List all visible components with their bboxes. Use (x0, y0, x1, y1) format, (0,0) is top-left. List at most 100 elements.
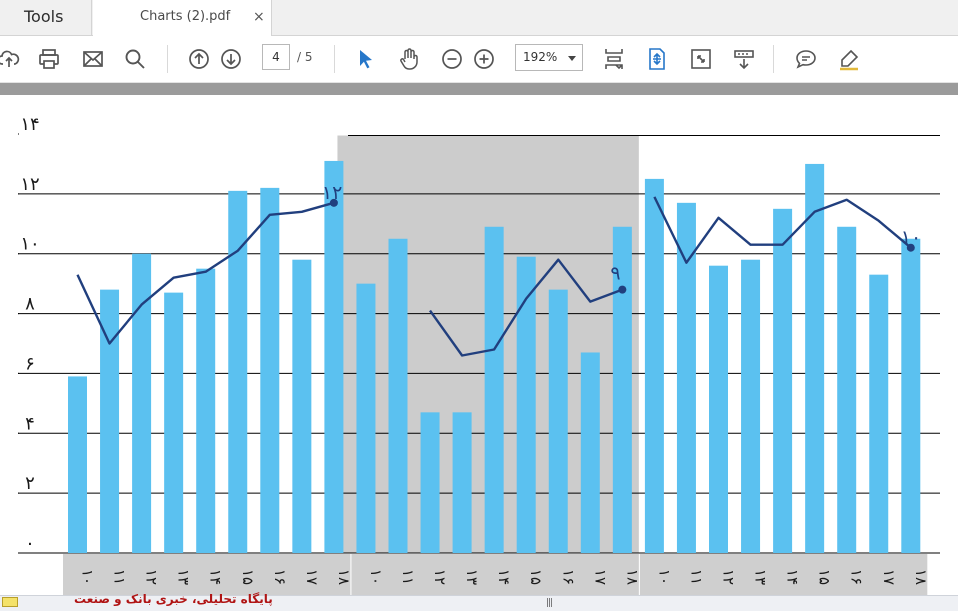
x-tick-label: ۱۲ (143, 569, 161, 585)
full-screen-icon (691, 49, 711, 69)
toolbar-separator (773, 45, 774, 73)
x-tick-label: ۱۰ (367, 569, 385, 585)
y-tick-label: ۱۴ (20, 114, 39, 135)
series-end-label: ۱۰ (901, 227, 921, 249)
chart-bar (644, 178, 664, 553)
x-tick-label: ۱۱ (687, 569, 705, 585)
chart-bar (420, 412, 440, 553)
scroll-mode-icon (649, 48, 665, 70)
y-tick-label: ۲ (25, 473, 35, 494)
chart-bar (516, 256, 536, 553)
x-tick-label: ۱۳ (463, 569, 481, 585)
y-tick-label: ۴ (25, 413, 35, 434)
zoom-out-button[interactable] (437, 44, 467, 74)
horizontal-scroll-grip[interactable]: ||| (546, 598, 553, 608)
page-number-input[interactable]: 4 (262, 44, 290, 70)
fit-page-icon (605, 49, 623, 70)
zoom-select[interactable]: 192% (515, 44, 583, 71)
x-tick-label: ۱۶ (848, 569, 866, 585)
x-tick-label: ۱۶ (271, 569, 289, 585)
y-tick-label: ۸ (25, 294, 35, 315)
series-end-marker (618, 285, 627, 294)
chart-bar (196, 268, 216, 553)
chart-bar (901, 238, 921, 553)
x-tick-label: ۱۰ (79, 569, 97, 585)
highlight-pen-icon (840, 49, 859, 71)
y-tick-label: ۱۰ (20, 234, 39, 255)
x-tick-label: ۱۴ (207, 569, 225, 585)
x-tick-label: ۱۷ (591, 569, 609, 585)
full-screen-button[interactable] (686, 44, 716, 74)
chart-bar (741, 259, 761, 553)
document-title: Charts (2).pdf (140, 9, 231, 24)
chart-canvas: ۰ ۲ ۴ ۶ ۸ ۱۰ ۱۲ ۱۴ ۱۰ ۱۱ ۱۲ ۱۳ ۱۴ ۱۵ ۱۶ ۱۷ ۱۸ ۱۰ ۱۱ ۱۲ ۱۳ ۱۴… (18, 114, 940, 595)
x-tick-label: ۱۵ (816, 569, 834, 585)
x-tick-label: ۱۲ (431, 569, 449, 585)
hand-tool-button[interactable] (394, 44, 424, 74)
read-mode-icon (734, 50, 754, 70)
x-tick-label: ۱۳ (752, 569, 770, 585)
chart-bar (68, 376, 87, 553)
y-tick-label: ۰ (25, 533, 35, 554)
tab-tools[interactable]: Tools (0, 0, 92, 35)
chart-bar (709, 265, 728, 553)
chart-bar (324, 160, 344, 553)
search-button[interactable] (120, 44, 150, 74)
comment-button[interactable] (791, 44, 821, 74)
email-button[interactable] (78, 44, 108, 74)
highlight-button[interactable] (834, 44, 864, 74)
search-icon (125, 49, 145, 69)
tab-document[interactable]: Charts (2).pdf × (93, 0, 272, 36)
watermark-text: پایگاه تحلیلی، خبری بانک و صنعت (74, 592, 273, 606)
zoom-in-icon (474, 49, 494, 69)
upload-button[interactable] (0, 44, 24, 74)
flag-icon (2, 597, 18, 607)
x-tick-label: ۱۱ (399, 569, 417, 585)
chart-bar (837, 226, 857, 553)
document-top-strip (0, 83, 958, 95)
chart-bar (260, 187, 280, 553)
zoom-in-button[interactable] (469, 44, 499, 74)
scroll-mode-button[interactable] (642, 44, 672, 74)
upload-icon (0, 50, 20, 67)
print-icon (39, 49, 59, 69)
chart-bar (356, 283, 376, 553)
series-end-label: ۹ (610, 263, 620, 285)
comment-icon (796, 50, 816, 69)
x-tick-label: ۱۴ (495, 569, 513, 585)
close-tab-button[interactable]: × (253, 0, 265, 34)
x-tick-label: ۱۵ (239, 569, 257, 585)
chevron-down-icon (568, 56, 576, 61)
next-page-button[interactable] (216, 44, 246, 74)
chart-bar (484, 226, 504, 553)
chart-bar (164, 292, 184, 553)
x-tick-label: ۱۷ (303, 569, 321, 585)
zoom-out-icon (442, 49, 462, 69)
chart-bar (805, 163, 825, 553)
hand-tool-icon (400, 48, 418, 70)
fit-page-button[interactable] (599, 44, 629, 74)
previous-page-button[interactable] (184, 44, 214, 74)
page-up-icon (189, 49, 209, 69)
bottom-bar: پایگاه تحلیلی، خبری بانک و صنعت ||| (0, 592, 958, 611)
series-end-label: ۱۲ (322, 182, 342, 204)
chart-bar (292, 259, 312, 553)
toolbar-separator (334, 45, 335, 73)
x-tick-label: ۱۴ (784, 569, 802, 585)
toolbar-separator (167, 45, 168, 73)
chart-bar (452, 412, 472, 553)
x-tick-label: ۱۷ (880, 569, 898, 585)
zoom-value: 192% (523, 50, 558, 64)
x-tick-label: ۱۸ (623, 569, 641, 585)
select-tool-button[interactable] (351, 44, 381, 74)
y-tick-label: ۶ (25, 353, 35, 374)
x-tick-label: ۱۱ (111, 569, 129, 585)
print-button[interactable] (34, 44, 64, 74)
x-tick-label: ۱۲ (720, 569, 738, 585)
page-total-label: / 5 (297, 50, 313, 64)
toolbar (0, 36, 958, 83)
read-mode-button[interactable] (729, 44, 759, 74)
chart-bar (548, 289, 568, 553)
select-cursor-icon (360, 50, 372, 69)
x-tick-label: ۱۸ (912, 569, 930, 585)
